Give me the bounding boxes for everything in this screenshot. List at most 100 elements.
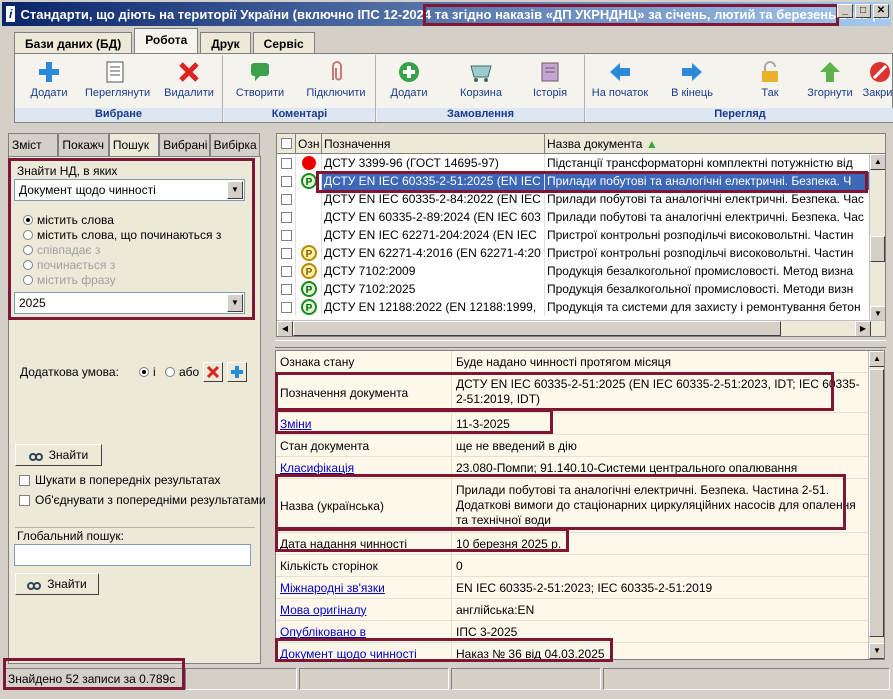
detail-value: ІПС 3-2025	[456, 625, 518, 639]
table-row[interactable]: ДСТУ 3399-96 (ГОСТ 14695-97) Підстанції т…	[277, 154, 871, 172]
order-add-button[interactable]: Додати	[379, 59, 439, 105]
maximize-button[interactable]: □	[855, 4, 871, 18]
row-checkbox[interactable]	[277, 244, 296, 262]
checkbox-icon	[280, 211, 292, 223]
tab-favorites[interactable]: Вибрані	[159, 133, 210, 157]
detail-label[interactable]: Зміни	[276, 413, 452, 434]
detail-row: Класифікація 23.080-Помпи; 91.140.10-Сист…	[276, 457, 870, 479]
row-checkbox[interactable]	[277, 226, 296, 244]
global-find-button[interactable]: Знайти	[15, 573, 99, 595]
minimize-button[interactable]: _	[837, 4, 853, 18]
option-contains-words[interactable]: містить слова	[23, 213, 114, 227]
table-row[interactable]: ДСТУ EN IEC 62271-204:2024 (EN IEC Пристр…	[277, 226, 871, 244]
row-checkbox[interactable]	[277, 190, 296, 208]
detail-label[interactable]: Класифікація	[276, 457, 452, 478]
scroll-thumb[interactable]	[870, 236, 885, 262]
cart-button[interactable]: Корзина	[451, 59, 511, 105]
row-checkbox[interactable]	[277, 208, 296, 226]
chevron-down-icon: ▼	[227, 294, 243, 312]
comment-attach-button[interactable]: Підключити	[306, 59, 366, 105]
table-row[interactable]: P ДСТУ 7102:2025 Продукція безалкогольної …	[277, 280, 871, 298]
favorites-add-button[interactable]: Додати	[19, 59, 79, 105]
tab-print[interactable]: Друк	[200, 32, 251, 54]
svg-text:P: P	[305, 303, 312, 314]
status-panel-2	[185, 668, 297, 690]
table-row[interactable]: P ДСТУ EN 12188:2022 (EN 12188:1999, Проду…	[277, 298, 871, 316]
row-code: ДСТУ 3399-96 (ГОСТ 14695-97)	[322, 154, 545, 172]
table-row[interactable]: P ДСТУ EN 62271-4:2016 (EN 62271-4:20 Прис…	[277, 244, 871, 262]
row-checkbox[interactable]	[277, 172, 296, 190]
history-button[interactable]: Історія	[520, 59, 580, 105]
grid-hscrollbar[interactable]: ◀ ▶	[277, 320, 885, 336]
global-search-input[interactable]	[14, 544, 251, 566]
svg-text:P: P	[305, 249, 312, 260]
detail-label[interactable]: Опубліковано в	[276, 621, 452, 642]
scroll-down-icon[interactable]: ▼	[869, 643, 884, 659]
add-condition-button[interactable]	[227, 362, 247, 382]
scroll-up-icon[interactable]: ▲	[869, 351, 884, 367]
search-value-select[interactable]: 2025 ▼	[14, 292, 245, 314]
lock-button[interactable]: Так	[740, 59, 800, 105]
grid-vscrollbar[interactable]: ▲ ▼	[869, 154, 885, 322]
table-row[interactable]: P ДСТУ EN IEC 60335-2-51:2025 (EN IEC Прил…	[277, 172, 871, 190]
option-begins[interactable]: починається з	[23, 258, 115, 272]
detail-row: Назва (українська) Прилади побутові та ан…	[276, 479, 870, 533]
detail-label[interactable]: Документ щодо чинності	[276, 643, 452, 659]
detail-label[interactable]: Мова оригіналу	[276, 599, 452, 620]
table-row[interactable]: ДСТУ EN 60335-2-89:2024 (EN IEC 603 Прила…	[277, 208, 871, 226]
row-title: Продукція безалкогольної промисловості. …	[545, 280, 871, 298]
collapse-button[interactable]: Згорнути	[800, 59, 860, 105]
status-none-icon	[296, 208, 322, 226]
row-code: ДСТУ 7102:2025	[322, 280, 545, 298]
row-checkbox[interactable]	[277, 262, 296, 280]
tab-index[interactable]: Покажч	[58, 133, 109, 157]
detail-label: Стан документа	[276, 435, 452, 456]
scroll-thumb[interactable]	[293, 321, 781, 336]
merge-prev-checkbox[interactable]: Об'єднувати з попередніми результатами	[19, 493, 266, 507]
go-start-button[interactable]: На початок	[590, 59, 650, 105]
remove-condition-button[interactable]	[203, 362, 223, 382]
detail-row: Документ щодо чинності Наказ № 36 від 04.…	[276, 643, 870, 659]
tab-selection[interactable]: Вибірка	[209, 133, 261, 157]
close-doc-button[interactable]: Закрит	[860, 59, 893, 105]
scroll-up-icon[interactable]: ▲	[870, 154, 885, 170]
detail-label[interactable]: Міжнародні зв'язки	[276, 577, 452, 598]
option-phrase[interactable]: містить фразу	[23, 273, 116, 287]
tab-search[interactable]: Пошук	[108, 133, 160, 157]
paperclip-icon	[323, 59, 349, 85]
scroll-left-icon[interactable]: ◀	[277, 321, 293, 336]
details-vscrollbar[interactable]: ▲ ▼	[868, 351, 884, 659]
close-button[interactable]: ✕	[873, 4, 889, 18]
tab-work[interactable]: Робота	[134, 28, 199, 54]
option-equals[interactable]: співпадає з	[23, 243, 100, 257]
tab-databases[interactable]: Бази даних (БД)	[14, 32, 133, 54]
row-checkbox[interactable]	[277, 154, 296, 172]
detail-label: Позначення документа	[276, 373, 452, 412]
row-checkbox[interactable]	[277, 280, 296, 298]
extra-and-radio[interactable]: і	[139, 365, 156, 379]
splitter[interactable]	[275, 340, 886, 348]
title-bar: i Стандарти, що діють на території Украї…	[2, 2, 891, 26]
favorites-view-button[interactable]: Переглянути	[85, 59, 150, 105]
scroll-right-icon[interactable]: ▶	[855, 321, 871, 336]
status-none-icon	[296, 190, 322, 208]
scroll-thumb[interactable]	[869, 369, 884, 637]
extra-or-radio[interactable]: або	[165, 365, 199, 379]
header-title[interactable]: Назва документа ▲	[545, 134, 885, 153]
option-starts-words[interactable]: містить слова, що починаються з	[23, 228, 221, 242]
favorites-delete-button[interactable]: Видалити	[159, 59, 219, 105]
status-green-p-icon: P	[296, 172, 322, 190]
go-end-button[interactable]: В кінець	[662, 59, 722, 105]
table-row[interactable]: P ДСТУ 7102:2009 Продукція безалкогольної …	[277, 262, 871, 280]
table-row[interactable]: ДСТУ EN IEC 60335-2-84:2022 (EN IEC Прила…	[277, 190, 871, 208]
find-field-select[interactable]: Документ щодо чинності ▼	[14, 179, 245, 201]
find-button[interactable]: Знайти	[15, 444, 102, 466]
tab-contents[interactable]: Зміст	[8, 133, 59, 157]
header-status[interactable]: Озн	[296, 134, 322, 153]
row-checkbox[interactable]	[277, 298, 296, 316]
comment-create-button[interactable]: Створити	[230, 59, 290, 105]
tab-service[interactable]: Сервіс	[252, 32, 315, 54]
header-check[interactable]	[277, 134, 296, 153]
search-prev-checkbox[interactable]: Шукати в попередніх результатах	[19, 473, 221, 487]
header-code[interactable]: Позначення	[322, 134, 545, 153]
